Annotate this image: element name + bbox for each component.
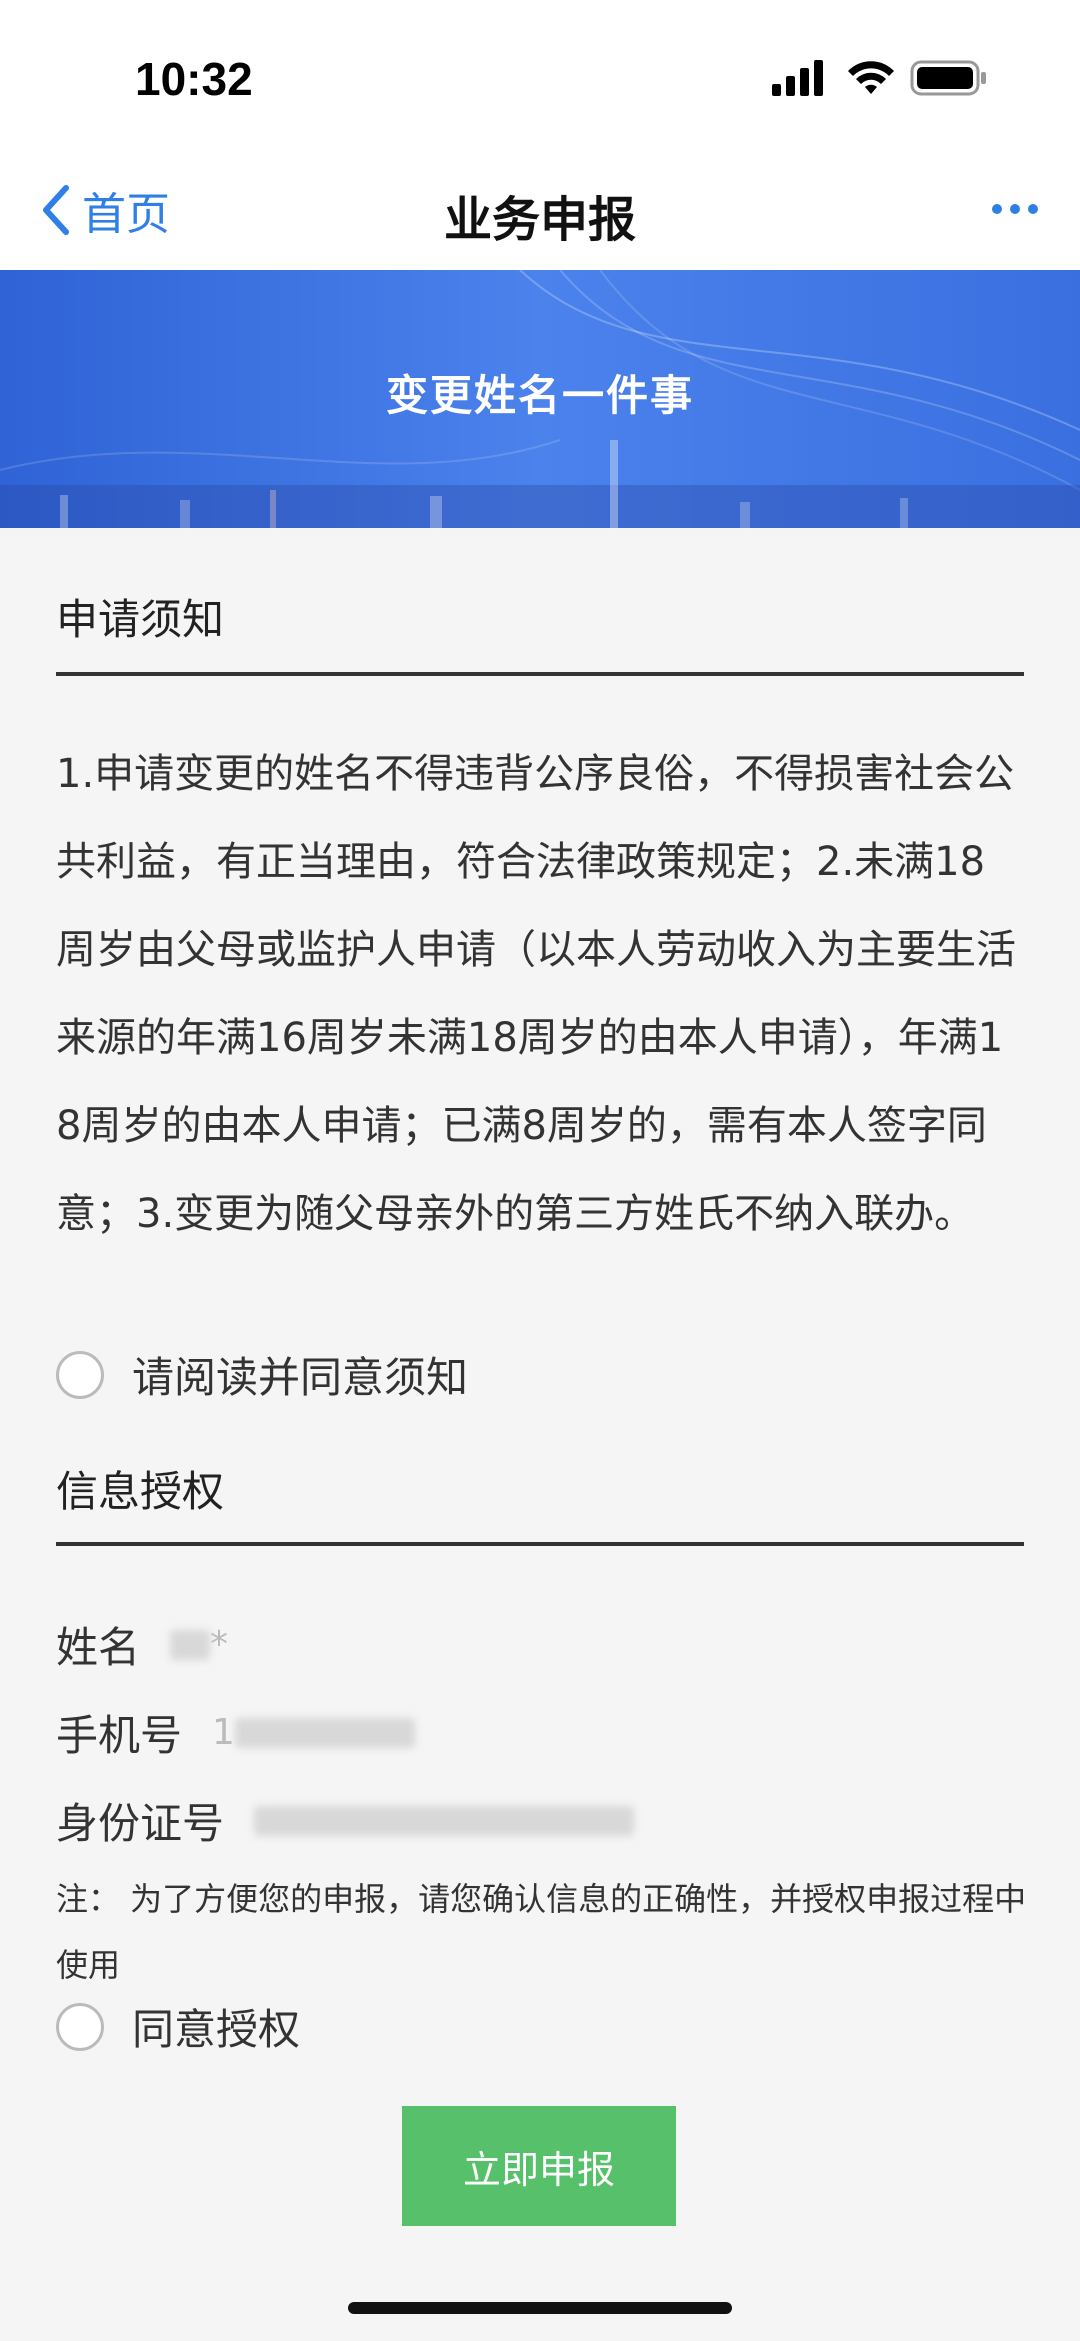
home-indicator[interactable] <box>348 2302 732 2314</box>
phone-label: 手机号 <box>56 1711 183 1760</box>
agree-auth-radio[interactable] <box>56 2002 104 2051</box>
info-row-phone: 手机号 1 <box>56 1702 415 1763</box>
page-title: 业务申报 <box>443 192 636 248</box>
name-value-text: * <box>210 1624 229 1665</box>
agree-notice-label: 请阅读并同意须知 <box>132 1353 469 1402</box>
phone-value-text: 1 <box>212 1712 235 1753</box>
banner-title: 变更姓名一件事 <box>385 371 694 420</box>
id-label: 身份证号 <box>56 1799 225 1848</box>
auth-section-header: 信息授权 <box>56 1458 1024 1546</box>
phone-value-blur <box>234 1717 415 1748</box>
agree-notice-radio[interactable] <box>56 1350 104 1399</box>
agree-auth-row[interactable]: 同意授权 <box>56 1996 300 2057</box>
info-row-id: 身份证号 <box>56 1790 635 1851</box>
notice-section-header: 申请须知 <box>56 586 1024 676</box>
status-bar: 10:32 <box>0 0 1080 150</box>
name-value: * <box>170 1624 228 1665</box>
signal-icon <box>772 60 823 96</box>
notice-header-label: 申请须知 <box>56 595 225 644</box>
submit-button[interactable]: 立即申报 <box>402 2106 676 2226</box>
nav-bar: 首页 业务申报 <box>0 150 1080 270</box>
status-time: 10:32 <box>135 53 253 105</box>
id-value <box>254 1805 635 1836</box>
battery-icon <box>910 60 986 96</box>
name-label: 姓名 <box>56 1623 141 1672</box>
phone-value: 1 <box>212 1712 415 1753</box>
banner: 变更姓名一件事 <box>0 270 1080 528</box>
auth-header-label: 信息授权 <box>56 1467 225 1516</box>
id-value-blur <box>254 1805 635 1836</box>
wifi-icon <box>848 61 894 94</box>
name-value-blur <box>170 1629 211 1660</box>
agree-notice-row[interactable]: 请阅读并同意须知 <box>56 1344 468 1405</box>
info-row-name: 姓名 * <box>56 1614 228 1675</box>
auth-note: 注： 为了方便您的申报，请您确认信息的正确性，并授权申报过程中使用 <box>56 1880 1027 1984</box>
more-dots-icon[interactable] <box>990 194 1040 224</box>
status-icons <box>770 58 990 98</box>
agree-auth-label: 同意授权 <box>132 2005 301 2054</box>
notice-text: 1.申请变更的姓名不得违背公序良俗，不得损害社会公共利益，有正当理由，符合法律政… <box>56 751 1016 1237</box>
